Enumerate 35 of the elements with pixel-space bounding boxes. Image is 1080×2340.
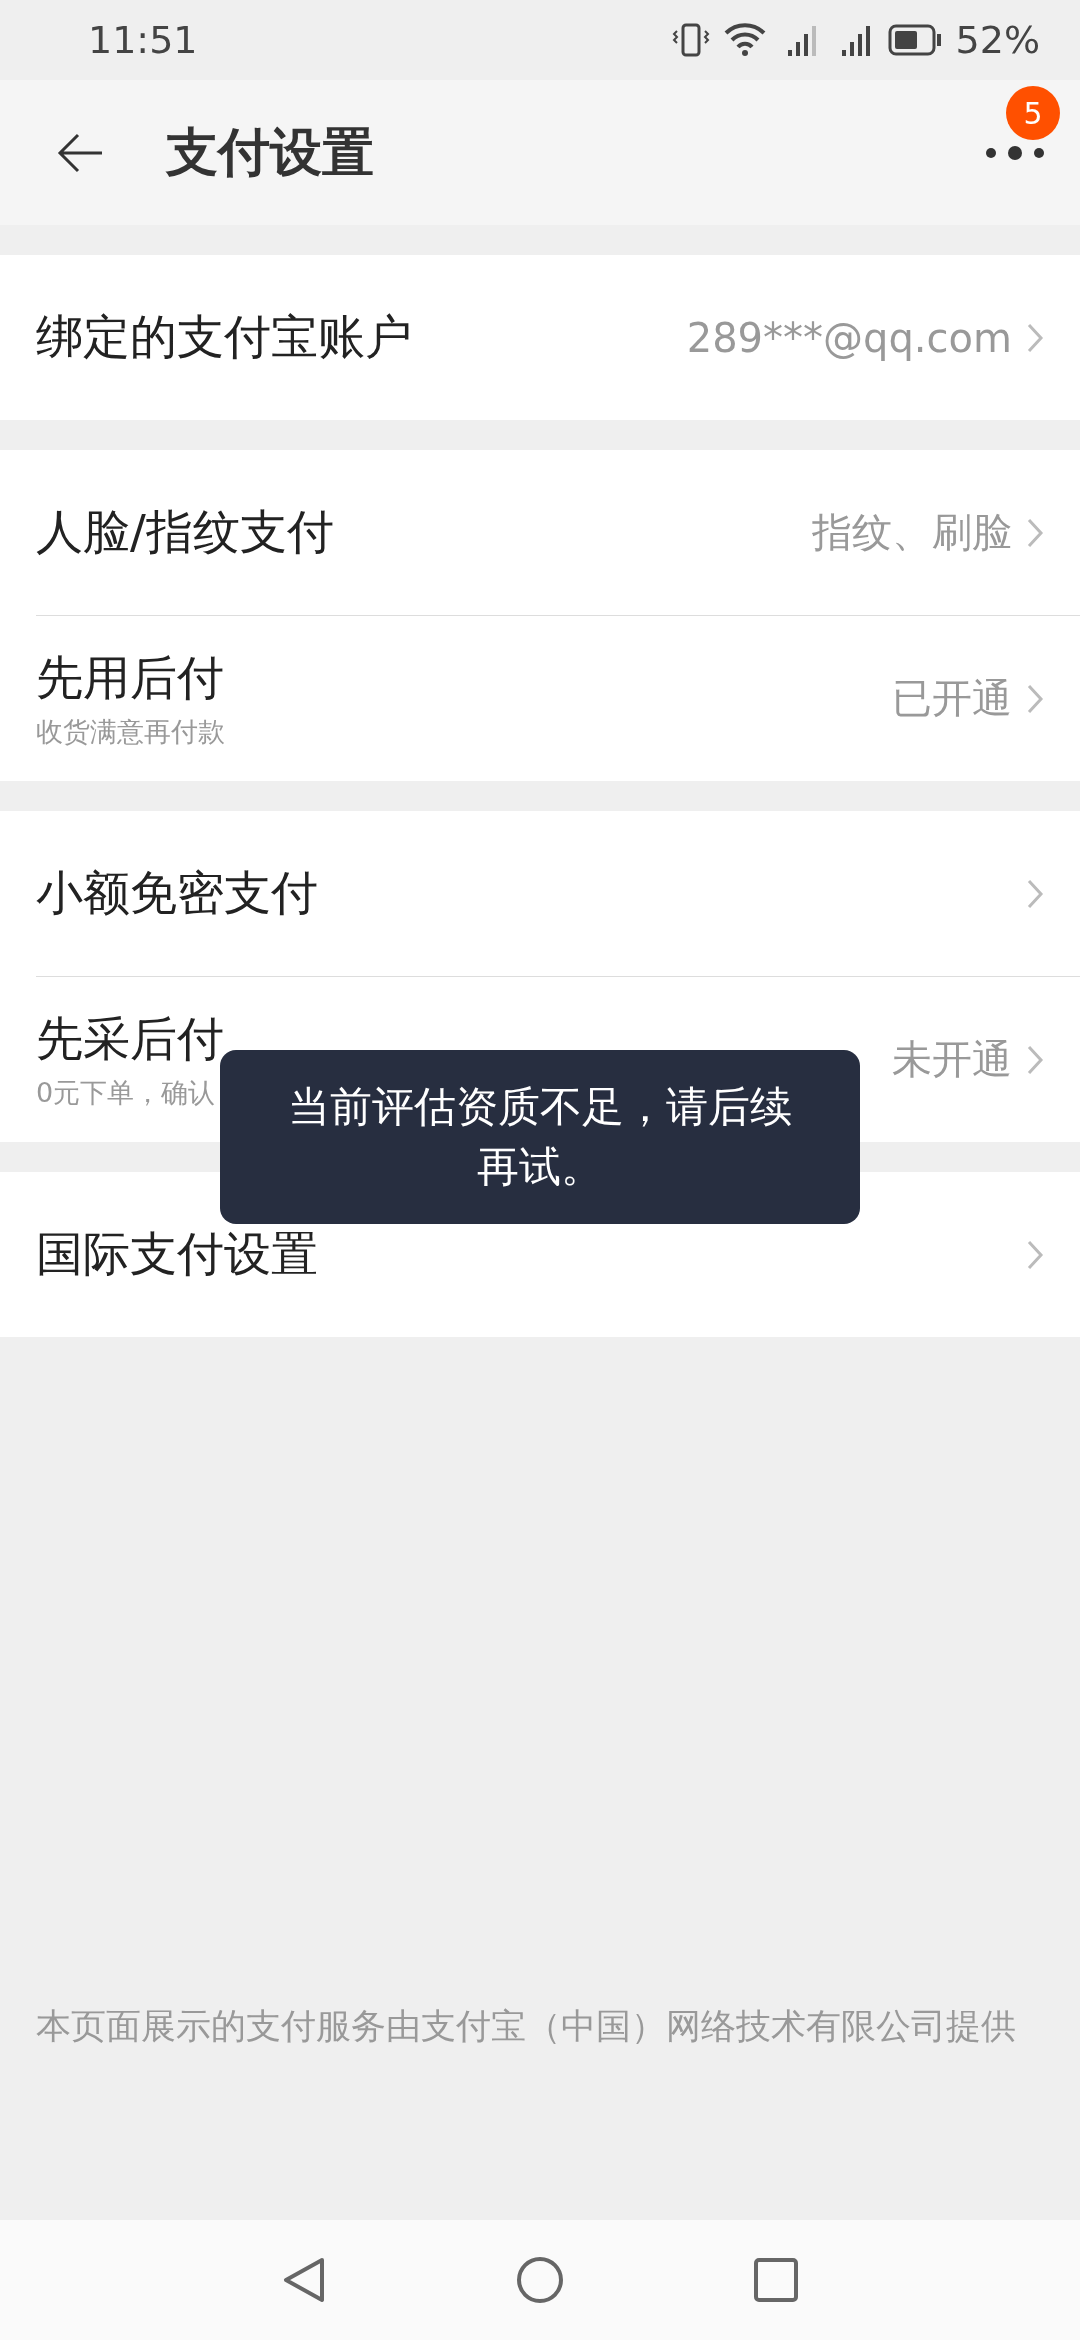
chevron-right-icon — [1026, 682, 1044, 715]
row-title: 先用后付 — [36, 649, 224, 707]
settings-row[interactable]: 绑定的支付宝账户 289***@qq.com — [36, 255, 1080, 420]
row-subtitle: 收货满意再付款 — [36, 715, 225, 749]
notification-badge: 5 — [1006, 86, 1060, 140]
status-time: 11:51 — [88, 18, 199, 62]
error-toast: 当前评估资质不足，请后续再试。 — [220, 1050, 860, 1224]
back-arrow-icon[interactable] — [56, 132, 104, 173]
chevron-right-icon — [1026, 516, 1044, 549]
chevron-right-icon — [1026, 1238, 1044, 1271]
chevron-right-icon — [1026, 877, 1044, 910]
battery-icon — [887, 24, 942, 56]
home-icon[interactable] — [516, 2256, 564, 2304]
recents-icon[interactable] — [754, 2258, 798, 2302]
battery-percent: 52% — [955, 18, 1040, 62]
row-subtitle: 0元下单，确认 — [36, 1076, 216, 1110]
settings-row[interactable]: 人脸/指纹支付 指纹、刷脸 — [36, 450, 1080, 615]
settings-row[interactable]: 先用后付 收货满意再付款 已开通 — [36, 615, 1080, 781]
row-title: 人脸/指纹支付 — [36, 503, 334, 561]
row-value: 已开通 — [892, 674, 1012, 723]
wifi-icon — [723, 23, 766, 57]
row-value: 289***@qq.com — [686, 314, 1012, 361]
more-dots-icon — [985, 144, 1045, 161]
row-value: 未开通 — [892, 1035, 1012, 1084]
row-title: 国际支付设置 — [36, 1225, 318, 1283]
vibrate-icon — [671, 21, 710, 59]
page-title: 支付设置 — [166, 120, 375, 184]
row-title: 绑定的支付宝账户 — [36, 308, 412, 366]
row-value: 指纹、刷脸 — [812, 508, 1012, 557]
chevron-right-icon — [1026, 1043, 1044, 1076]
row-title: 小额免密支付 — [36, 864, 318, 922]
footer-note: 本页面展示的支付服务由支付宝（中国）网络技术有限公司提供 — [35, 2005, 1017, 2048]
settings-row[interactable]: 小额免密支付 — [36, 811, 1080, 976]
chevron-right-icon — [1026, 321, 1044, 354]
back-icon[interactable] — [282, 2256, 326, 2304]
